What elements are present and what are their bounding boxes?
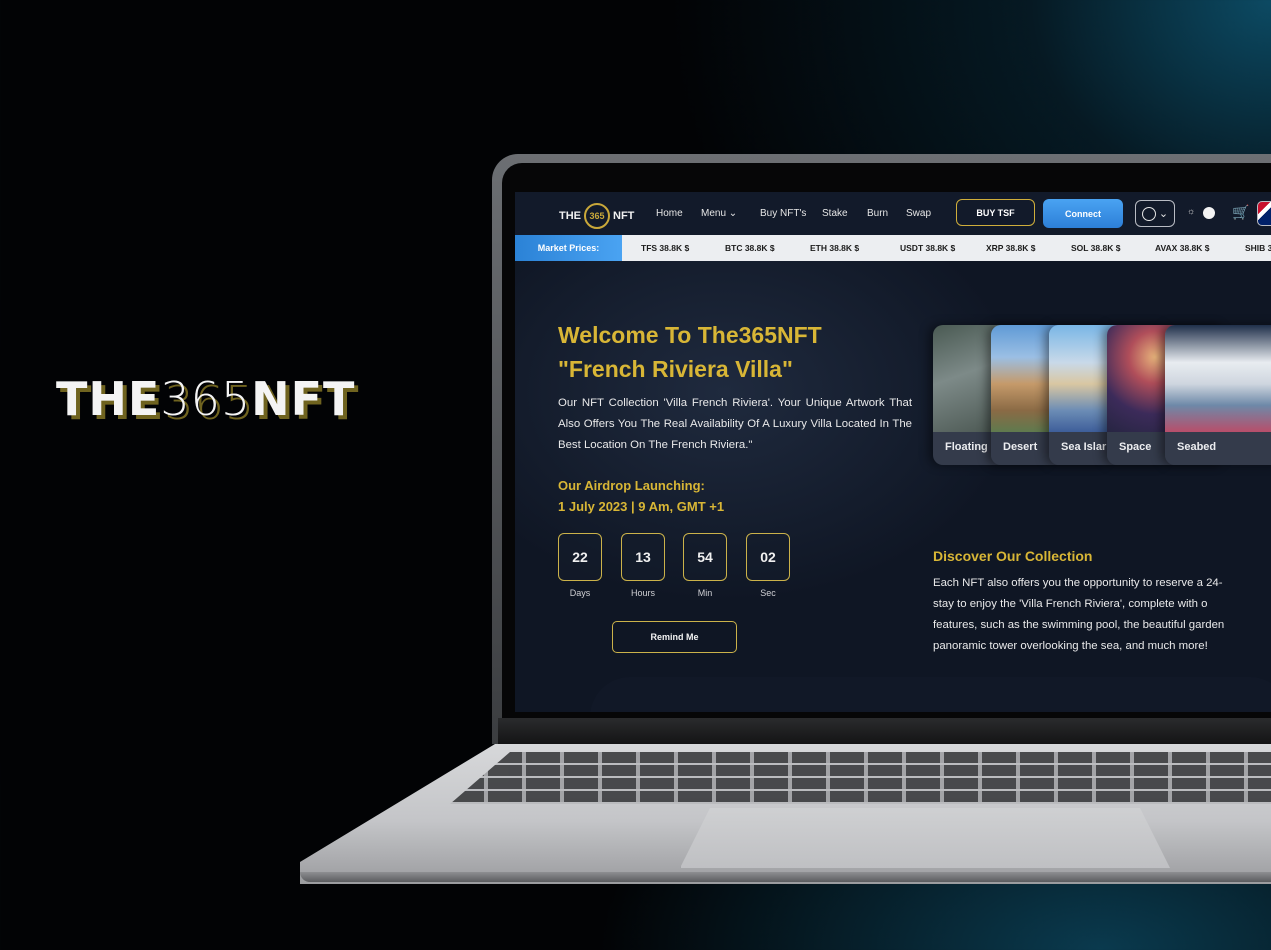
countdown-label: Min bbox=[697, 588, 713, 598]
chevron-down-icon: ⌄ bbox=[728, 208, 738, 219]
brand-logo-part: 365 bbox=[160, 372, 252, 426]
airdrop-heading: Our Airdrop Launching: bbox=[558, 478, 705, 493]
chevron-down-icon: ⌄ bbox=[1158, 208, 1169, 220]
hero-title-line: Welcome To The365NFT bbox=[558, 322, 822, 348]
remind-me-button[interactable]: Remind Me bbox=[612, 621, 737, 653]
collection-line: stay to enjoy the 'Villa French Riviera'… bbox=[933, 598, 1208, 610]
laptop-hinge bbox=[498, 718, 1271, 744]
toggle-knob bbox=[1203, 207, 1215, 219]
logo-emblem-icon: 365 bbox=[584, 203, 610, 229]
nav-link-home[interactable]: Home bbox=[656, 208, 683, 219]
countdown-seconds: 02 bbox=[746, 533, 790, 581]
ticker-item: SHIB 3 bbox=[1245, 243, 1271, 253]
user-circle-icon bbox=[1141, 206, 1156, 221]
hero-description: Our NFT Collection 'Villa French Riviera… bbox=[558, 397, 912, 451]
buy-tsf-button[interactable]: BUY TSF bbox=[956, 199, 1035, 226]
brand-logo: THE365NFT bbox=[56, 372, 355, 426]
nav-link-swap[interactable]: Swap bbox=[906, 208, 931, 219]
brand-logo-part: NFT bbox=[251, 372, 356, 426]
site-logo-text: THE bbox=[559, 210, 581, 222]
site-logo[interactable]: THE 365 NFT bbox=[559, 203, 634, 229]
laptop-screen: THE 365 NFT Home Menu ⌄ Buy NFT's Stake … bbox=[515, 192, 1271, 712]
countdown-days: 22 bbox=[558, 533, 602, 581]
brand-logo-part: THE bbox=[56, 372, 161, 426]
sun-icon: ☼ bbox=[1187, 206, 1196, 216]
ticker-item: TFS 38.8K $ bbox=[641, 243, 690, 253]
collection-title: Discover Our Collection bbox=[933, 548, 1093, 564]
card-image bbox=[1165, 325, 1271, 432]
airdrop-info: Our Airdrop Launching: 1 July 2023 | 9 A… bbox=[558, 475, 724, 517]
navbar: THE 365 NFT Home Menu ⌄ Buy NFT's Stake … bbox=[515, 192, 1271, 235]
connect-button[interactable]: Connect bbox=[1043, 199, 1123, 228]
collection-line: Each NFT also offers you the opportunity… bbox=[933, 577, 1223, 589]
laptop-edge bbox=[300, 872, 1271, 882]
airdrop-date: 1 July 2023 | 9 Am, GMT +1 bbox=[558, 499, 725, 514]
hero-title-line: "French Riviera Villa" bbox=[558, 356, 793, 382]
user-menu-button[interactable]: ⌄ bbox=[1135, 200, 1175, 227]
countdown-minutes: 54 bbox=[683, 533, 727, 581]
ticker-label: Market Prices: bbox=[515, 235, 622, 261]
laptop-trackpad bbox=[680, 808, 1170, 868]
market-ticker: Market Prices: TFS 38.8K $ BTC 38.8K $ E… bbox=[515, 235, 1271, 261]
cart-icon[interactable]: 🛒 bbox=[1232, 204, 1249, 221]
nav-link-buy-nfts[interactable]: Buy NFT's bbox=[760, 208, 806, 219]
countdown-hours: 13 bbox=[621, 533, 665, 581]
language-flag-icon[interactable] bbox=[1257, 201, 1271, 226]
bottom-panel bbox=[590, 677, 1271, 712]
collection-description: Each NFT also offers you the opportunity… bbox=[933, 573, 1271, 657]
ticker-item: XRP 38.8K $ bbox=[986, 243, 1036, 253]
countdown-label: Sec bbox=[760, 588, 776, 598]
laptop-keyboard bbox=[450, 752, 1271, 804]
nav-link-stake[interactable]: Stake bbox=[822, 208, 848, 219]
countdown-label: Days bbox=[569, 588, 591, 598]
ticker-item: USDT 38.8K $ bbox=[900, 243, 956, 253]
hero-title: Welcome To The365NFT "French Riviera Vil… bbox=[558, 318, 822, 386]
card-caption: Seabed bbox=[1165, 432, 1271, 465]
theme-toggle[interactable]: ☼ bbox=[1187, 206, 1221, 221]
ticker-item: ETH 38.8K $ bbox=[810, 243, 860, 253]
site-logo-text: NFT bbox=[613, 210, 635, 222]
nav-link-burn[interactable]: Burn bbox=[867, 208, 888, 219]
nav-link-menu-label: Menu bbox=[701, 208, 727, 219]
ticker-item: SOL 38.8K $ bbox=[1071, 243, 1121, 253]
ticker-item: AVAX 38.8K $ bbox=[1155, 243, 1210, 253]
ticker-item: BTC 38.8K $ bbox=[725, 243, 775, 253]
nav-link-menu[interactable]: Menu ⌄ bbox=[701, 208, 737, 219]
collection-card[interactable]: Seabed bbox=[1165, 325, 1271, 465]
countdown-label: Hours bbox=[630, 588, 655, 598]
collection-line: panoramic tower overlooking the sea, and… bbox=[933, 640, 1208, 652]
collection-line: features, such as the swimming pool, the… bbox=[933, 619, 1225, 631]
